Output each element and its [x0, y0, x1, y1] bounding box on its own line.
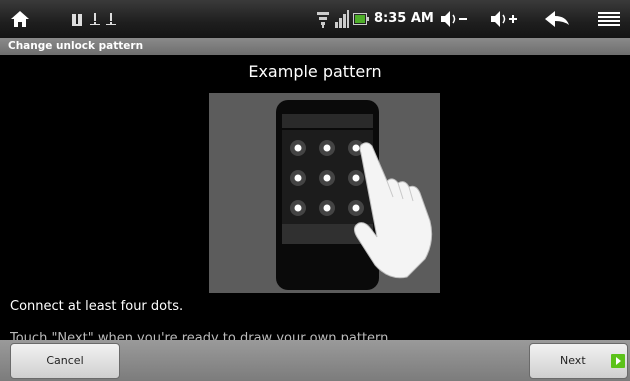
next-button-label: Next	[560, 354, 586, 367]
status-time: 8:35 AM	[374, 11, 434, 26]
wifi-icon	[316, 0, 330, 38]
screen-title: Change unlock pattern	[8, 40, 144, 52]
status-bar: 8:35 AM	[0, 0, 630, 38]
cancel-button[interactable]: Cancel	[10, 343, 120, 379]
volume-down-icon[interactable]	[438, 0, 470, 38]
hint-text: Touch "Next" when you're ready to draw y…	[10, 331, 393, 340]
menu-icon[interactable]	[596, 0, 622, 38]
warning-notification-icon[interactable]	[88, 0, 102, 38]
warning-notification-icon-2[interactable]	[104, 0, 118, 38]
volume-up-icon[interactable]	[488, 0, 520, 38]
title-bar: Change unlock pattern	[0, 38, 630, 55]
cancel-button-label: Cancel	[46, 354, 84, 367]
usb-notification-icon[interactable]	[70, 0, 84, 38]
home-icon[interactable]	[5, 0, 35, 38]
next-button[interactable]: Next	[529, 343, 628, 379]
button-bar: Cancel Next	[0, 340, 630, 381]
instruction-text: Connect at least four dots.	[10, 299, 184, 314]
signal-icon	[334, 0, 350, 38]
battery-icon	[352, 0, 370, 38]
example-pattern-heading: Example pattern	[248, 62, 382, 81]
pattern-dots	[290, 140, 364, 216]
back-icon[interactable]	[542, 0, 572, 38]
next-arrow-icon	[611, 354, 625, 368]
example-pattern-illustration	[209, 93, 440, 293]
